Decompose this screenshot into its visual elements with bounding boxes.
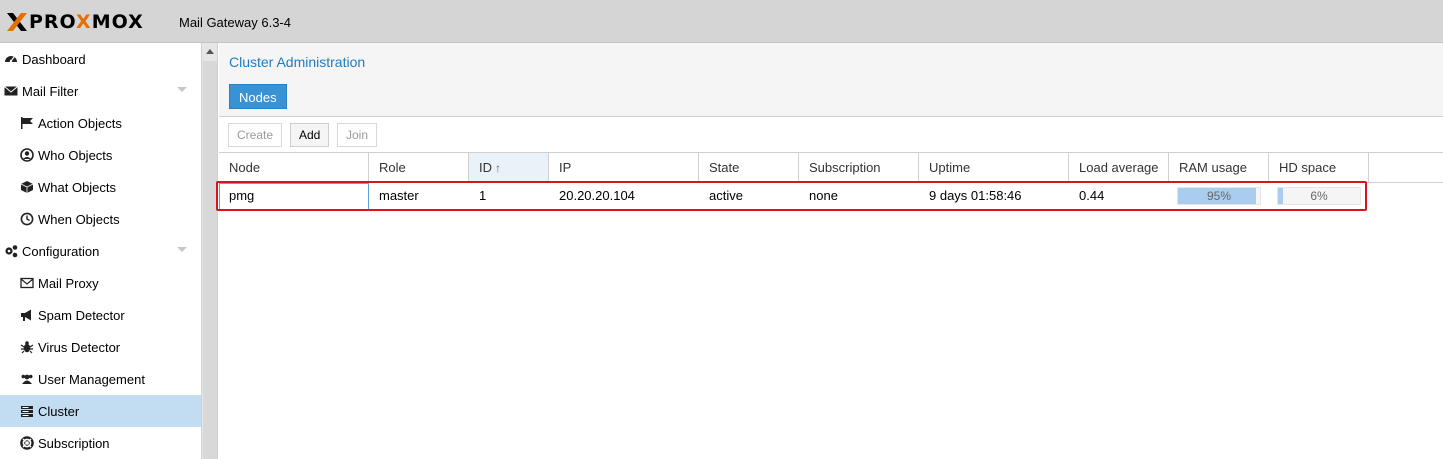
join-button[interactable]: Join xyxy=(337,123,378,147)
column-header-subscription[interactable]: Subscription xyxy=(799,153,919,183)
sidebar-item-label: Cluster xyxy=(38,403,80,419)
table-row[interactable]: pmg master 1 20.20.20.104 active none 9 … xyxy=(219,183,1369,210)
sidebar-item-action-objects[interactable]: Action Objects xyxy=(0,107,201,139)
sidebar-item-mail-filter[interactable]: Mail Filter xyxy=(0,75,201,107)
sidebar-item-label: Mail Filter xyxy=(22,83,79,99)
main-panel: Cluster Administration Nodes Create Add … xyxy=(216,43,1443,459)
proxmox-logo[interactable]: PROXMOX xyxy=(6,10,144,34)
sidebar-scrollbar[interactable] xyxy=(202,43,218,459)
column-header-load-average[interactable]: Load average xyxy=(1069,153,1169,183)
ram-usage-label: 95% xyxy=(1206,189,1232,203)
add-button[interactable]: Add xyxy=(290,123,330,147)
flag-icon xyxy=(20,116,34,130)
sort-ascending-icon: ↑ xyxy=(495,161,501,175)
sidebar-item-label: What Objects xyxy=(38,179,117,195)
cell-ip: 20.20.20.104 xyxy=(559,188,635,203)
column-header-ram-usage[interactable]: RAM usage xyxy=(1169,153,1269,183)
column-header-id[interactable]: ID ↑ xyxy=(469,153,549,183)
sidebar-item-label: Spam Detector xyxy=(38,307,125,323)
sidebar-nav: Dashboard Mail Filter Action Objects Who… xyxy=(0,43,202,459)
panel-header: Cluster Administration Nodes xyxy=(219,43,1443,117)
chevron-down-icon[interactable] xyxy=(177,87,187,92)
product-version: Mail Gateway 6.3-4 xyxy=(179,15,291,30)
bug-icon xyxy=(20,340,34,354)
sidebar-item-mail-proxy[interactable]: Mail Proxy xyxy=(0,267,201,299)
hd-space-bar: 6% xyxy=(1277,187,1361,205)
sidebar-item-who-objects[interactable]: Who Objects xyxy=(0,139,201,171)
column-header-state[interactable]: State xyxy=(699,153,799,183)
sidebar-item-label: User Management xyxy=(38,371,145,387)
tab-nodes[interactable]: Nodes xyxy=(229,84,287,109)
sidebar-item-dashboard[interactable]: Dashboard xyxy=(0,43,201,75)
cell-subscription: none xyxy=(809,188,838,203)
sidebar-item-when-objects[interactable]: When Objects xyxy=(0,203,201,235)
sidebar-item-label: Who Objects xyxy=(38,147,113,163)
ram-usage-bar: 95% xyxy=(1177,187,1261,205)
sidebar-item-what-objects[interactable]: What Objects xyxy=(0,171,201,203)
sidebar-item-label: Virus Detector xyxy=(38,339,121,355)
cell-id: 1 xyxy=(479,188,487,203)
sidebar-item-label: Configuration xyxy=(22,243,100,259)
server-icon xyxy=(20,404,34,418)
logo-text-x: X xyxy=(76,11,92,33)
cube-icon xyxy=(20,180,34,194)
column-header-hd-space[interactable]: HD space xyxy=(1269,153,1369,183)
create-button[interactable]: Create xyxy=(228,123,283,147)
cogs-icon xyxy=(4,244,18,258)
column-header-node[interactable]: Node xyxy=(219,153,369,183)
scrollbar-thumb[interactable] xyxy=(203,61,217,459)
sidebar-item-label: When Objects xyxy=(38,211,120,227)
sidebar-item-subscription[interactable]: Subscription xyxy=(0,427,201,459)
sidebar-item-label: Mail Proxy xyxy=(38,275,99,291)
cell-load-average: 0.44 xyxy=(1079,188,1105,203)
sidebar-item-label: Dashboard xyxy=(22,51,86,67)
column-header-role[interactable]: Role xyxy=(369,153,469,183)
sidebar-item-configuration[interactable]: Configuration xyxy=(0,235,201,267)
user-circle-icon xyxy=(20,148,34,162)
column-header-ip[interactable]: IP xyxy=(549,153,699,183)
envelope-outline-icon xyxy=(20,276,34,290)
cell-role: master xyxy=(379,188,419,203)
scroll-up-icon[interactable] xyxy=(206,49,214,54)
page-title: Cluster Administration xyxy=(229,54,366,70)
cell-state: active xyxy=(709,188,743,203)
lifebuoy-icon xyxy=(20,436,34,450)
hd-space-label: 6% xyxy=(1310,189,1328,203)
envelope-icon xyxy=(4,84,18,98)
clock-icon xyxy=(20,212,34,226)
logo-text-pro: PRO xyxy=(29,11,77,33)
cell-node[interactable]: pmg xyxy=(219,183,369,210)
logo-text-mox: MOX xyxy=(91,11,144,33)
chevron-down-icon[interactable] xyxy=(177,247,187,252)
grid-header: Node Role ID ↑ IP State Subscription Upti… xyxy=(219,153,1443,183)
sidebar-item-user-management[interactable]: User Management xyxy=(0,363,201,395)
proxmox-x-icon xyxy=(6,11,28,33)
sidebar-item-cluster[interactable]: Cluster xyxy=(0,395,201,427)
sidebar-item-virus-detector[interactable]: Virus Detector xyxy=(0,331,201,363)
users-icon xyxy=(20,372,34,386)
sidebar-item-spam-detector[interactable]: Spam Detector xyxy=(0,299,201,331)
bullhorn-icon xyxy=(20,308,34,322)
sidebar-item-label: Subscription xyxy=(38,435,110,451)
cell-uptime: 9 days 01:58:46 xyxy=(929,188,1022,203)
toolbar: Create Add Join xyxy=(219,117,1443,153)
dashboard-icon xyxy=(4,52,18,66)
sidebar-item-label: Action Objects xyxy=(38,115,122,131)
column-header-uptime[interactable]: Uptime xyxy=(919,153,1069,183)
top-bar: PROXMOX Mail Gateway 6.3-4 xyxy=(0,0,1443,43)
